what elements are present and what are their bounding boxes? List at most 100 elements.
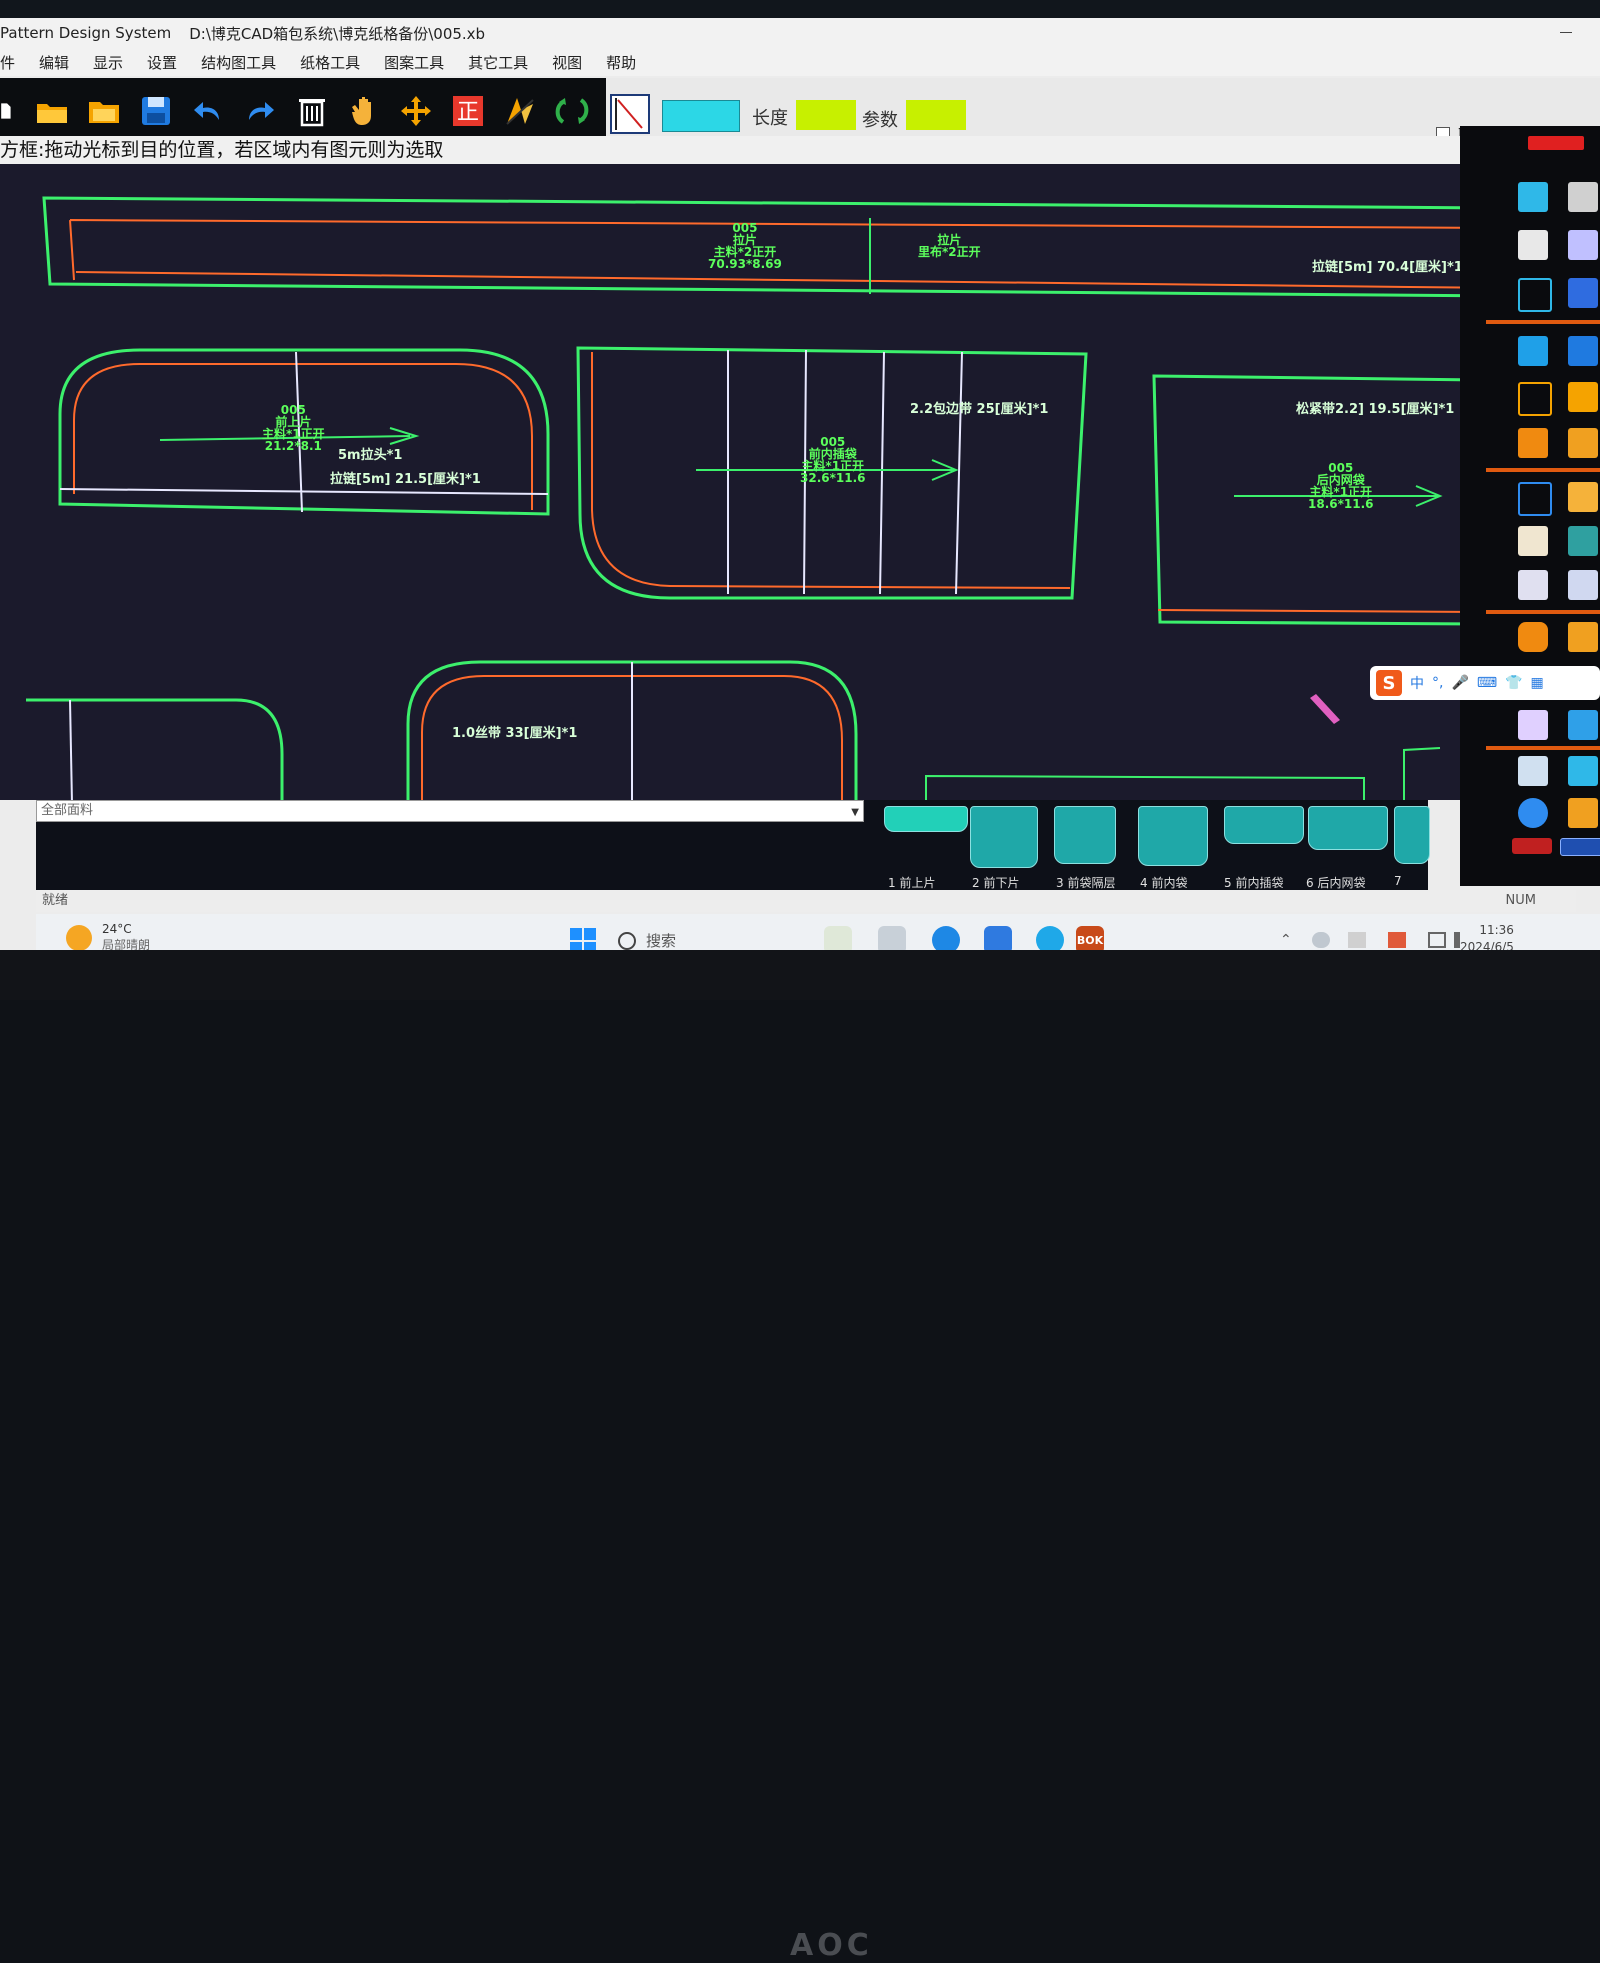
piece-thumb-7[interactable] [1394, 806, 1430, 864]
piece-label-7[interactable]: 7 [1394, 874, 1402, 888]
taskbar-search[interactable]: 搜索 [618, 930, 676, 950]
redo-icon[interactable] [240, 91, 280, 131]
keyboard-icon[interactable]: ⌨ [1477, 675, 1497, 691]
ime-punct[interactable]: °, [1432, 675, 1443, 691]
title-bar: Pattern Design System D:\博克CAD箱包系统\博克纸格备… [0, 18, 1600, 48]
grid-tool-icon[interactable] [1568, 278, 1598, 308]
chevron-down-icon[interactable]: ▼ [851, 803, 859, 823]
color-swatch-cyan[interactable] [662, 100, 740, 132]
ime-toolbar[interactable]: S 中 °, 🎤 ⌨ 👕 ▦ [1370, 666, 1600, 700]
length-input[interactable] [796, 100, 856, 130]
monitor-icon[interactable] [1428, 932, 1446, 948]
square-tool-icon[interactable] [1518, 428, 1548, 458]
piece-thumb-4[interactable] [1138, 806, 1208, 866]
menu-settings[interactable]: 设置 [147, 52, 177, 73]
ie-browser-icon[interactable] [1036, 926, 1064, 950]
bok-cad-app-icon[interactable]: BOK [1076, 926, 1104, 950]
bevel-tool-icon[interactable] [1568, 622, 1598, 652]
delete-icon[interactable] [292, 91, 332, 131]
fabric-filter-select[interactable]: 全部面料 ▼ [36, 800, 864, 822]
cut-piece-icon[interactable] [1568, 336, 1598, 366]
scissors-icon[interactable] [1518, 278, 1552, 312]
menu-edit[interactable]: 编辑 [39, 52, 69, 73]
page-tool-icon[interactable] [1518, 230, 1548, 260]
start-button[interactable] [570, 928, 596, 950]
new-file-icon[interactable] [0, 91, 20, 131]
piece-label-4[interactable]: 4 前内袋 [1140, 874, 1187, 891]
piece-thumb-5[interactable] [1224, 806, 1304, 844]
hand-icon[interactable] [344, 91, 384, 131]
piece-label-2[interactable]: 2 前下片 [972, 874, 1019, 891]
fold-tool-icon[interactable] [1568, 482, 1598, 512]
menu-view[interactable]: 视图 [552, 52, 582, 73]
curve-tool-icon[interactable] [1518, 382, 1552, 416]
sogou-logo-icon[interactable]: S [1376, 670, 1402, 696]
line-style-swatch[interactable] [610, 94, 650, 134]
microphone-icon[interactable]: 🎤 [1451, 675, 1468, 691]
menu-file[interactable]: 件 [0, 52, 15, 73]
printer-icon[interactable] [1568, 798, 1598, 828]
menu-other-tools[interactable]: 其它工具 [468, 52, 528, 73]
trapezoid-tool-icon[interactable] [1568, 428, 1598, 458]
open-folder-icon[interactable] [84, 91, 124, 131]
octagon-tool-icon[interactable] [1518, 622, 1548, 652]
param-input[interactable] [906, 100, 966, 130]
sewing-tool-icon[interactable] [1568, 526, 1598, 556]
frame-tool-icon[interactable] [1518, 482, 1552, 516]
piece-label-5[interactable]: 5 前内插袋 [1224, 874, 1283, 891]
weather-widget[interactable]: 24°C 局部晴朗 [66, 922, 150, 950]
eraser-tool-icon[interactable] [1568, 182, 1598, 212]
piece-thumb-2[interactable] [970, 806, 1038, 868]
card-tool-icon[interactable] [1518, 710, 1548, 740]
taskbar-app-plant-icon[interactable] [824, 926, 852, 950]
menu-design-tools[interactable]: 图案工具 [384, 52, 444, 73]
corner-tool-icon[interactable] [1568, 710, 1598, 740]
apps-grid-icon[interactable]: ▦ [1531, 675, 1544, 691]
ime-tray-icon[interactable] [1348, 932, 1366, 948]
minimize-button[interactable] [1556, 22, 1576, 42]
book-tool-icon[interactable] [1518, 526, 1548, 556]
menu-help[interactable]: 帮助 [606, 52, 636, 73]
piece-thumb-6[interactable] [1308, 806, 1388, 850]
skin-icon[interactable]: 👕 [1505, 675, 1522, 691]
drawing-canvas[interactable]: 005 拉片 主料*2正开 70.93*8.69 拉片 里布*2正开 拉链[5m… [0, 164, 1460, 800]
big-image-icon[interactable] [1512, 838, 1552, 854]
piece-label-1[interactable]: 1 前上片 [888, 874, 935, 891]
ruler-tool-icon[interactable] [1518, 756, 1548, 786]
cnc-icon[interactable] [1560, 838, 1600, 856]
taskbar-clock[interactable]: 11:36 2024/6/5 [1460, 922, 1514, 950]
save-icon[interactable] [136, 91, 176, 131]
sogou-tray-icon[interactable] [1388, 932, 1406, 948]
menu-structure-tools[interactable]: 结构图工具 [201, 52, 276, 73]
bottom-band-label: 1.0丝带 33[厘米]*1 [452, 726, 578, 741]
zheng-icon[interactable]: 正 [448, 91, 488, 131]
piece-thumb-3[interactable] [1054, 806, 1116, 864]
taskbar-app-files-icon[interactable] [878, 926, 906, 950]
stamp-tool-icon[interactable] [1568, 756, 1598, 786]
bottom-left-outline [26, 698, 284, 800]
menu-pattern-tools[interactable]: 纸格工具 [300, 52, 360, 73]
marker-tool-icon[interactable] [1518, 182, 1548, 212]
split-tool-icon[interactable] [1568, 570, 1598, 600]
piece-thumb-1[interactable] [884, 806, 968, 832]
status-num: NUM [1505, 893, 1536, 908]
copy-piece-icon[interactable] [1518, 336, 1548, 366]
menu-display[interactable]: 显示 [93, 52, 123, 73]
undo-icon[interactable] [188, 91, 228, 131]
notch-tool-icon[interactable] [1568, 382, 1598, 412]
chevron-up-icon[interactable]: ⌃ [1280, 932, 1298, 948]
image-tool-icon[interactable] [1568, 230, 1598, 260]
mirror-icon[interactable] [500, 91, 540, 131]
open-file-icon[interactable] [32, 91, 72, 131]
piece-label-6[interactable]: 6 后内网袋 [1306, 874, 1365, 891]
rotate-icon[interactable] [552, 91, 592, 131]
piece-label-3[interactable]: 3 前袋隔层 [1056, 874, 1115, 891]
panel-tool-icon[interactable] [1518, 570, 1548, 600]
ime-lang[interactable]: 中 [1410, 673, 1424, 693]
store-icon[interactable] [984, 926, 1012, 950]
edge-browser-icon[interactable] [932, 926, 960, 950]
shield-icon[interactable] [1518, 798, 1548, 828]
move-icon[interactable] [396, 91, 436, 131]
pen-tool-icon[interactable] [1528, 136, 1584, 150]
cloud-icon[interactable] [1312, 932, 1330, 948]
